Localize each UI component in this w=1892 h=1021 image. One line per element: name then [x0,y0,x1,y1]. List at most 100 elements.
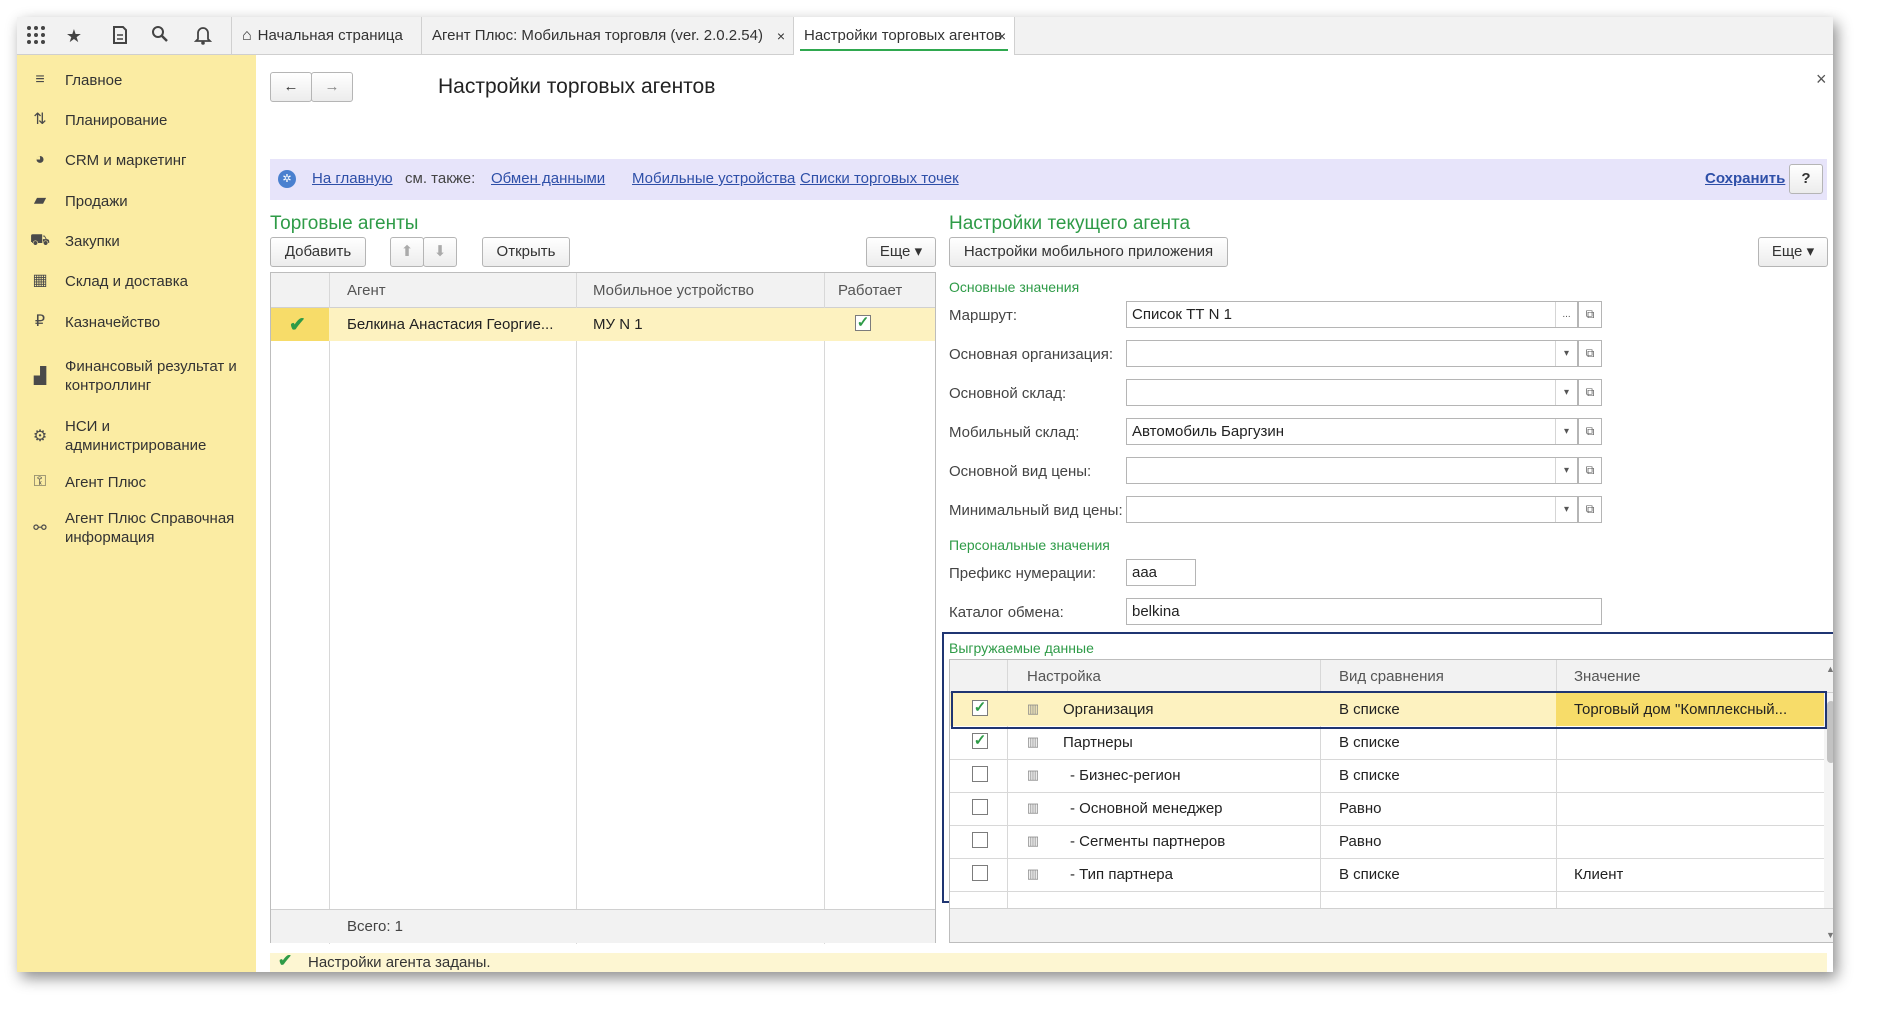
main-price-type-open-icon[interactable]: ⧉ [1578,457,1602,484]
table-row[interactable]: ✓ ▥ Партнеры В списке [950,726,1824,759]
column-header-setting[interactable]: Настройка [1027,668,1101,685]
column-header-agent[interactable]: Агент [347,282,386,299]
group-personal-values: Персональные значения [949,537,1110,553]
scroll-up-icon[interactable]: ▲ [1826,664,1833,674]
add-button[interactable]: Добавить [270,237,366,267]
column-header-value[interactable]: Значение [1574,668,1641,685]
bar-chart-icon: ▟ [33,368,47,385]
data-exchange-link[interactable]: Обмен данными [491,170,605,187]
sidebar-item-sales[interactable]: ▰ Продажи [17,190,256,212]
close-form-button[interactable]: × [1816,69,1827,90]
apps-grid-icon[interactable] [25,25,47,47]
row-checkbox[interactable]: ✓ [972,733,988,749]
total-count: Всего: 1 [347,918,404,935]
mobile-warehouse-open-icon[interactable]: ⧉ [1578,418,1602,445]
sidebar-item-finance[interactable]: ▟ Финансовый результат и контроллинг [17,357,256,397]
chevron-down-icon[interactable]: ▾ [1555,458,1577,483]
forward-button[interactable]: → [311,72,353,102]
mobile-warehouse-field[interactable]: Автомобиль Баргузин ▾ [1126,418,1578,445]
table-row[interactable]: ▥ - Основной менеджер Равно [950,792,1824,825]
info-bar: ✲ На главную см. также: Обмен данными Мо… [270,159,1827,200]
scroll-down-icon[interactable]: ▼ [1826,930,1833,940]
tab-agent-plus-mobile[interactable]: Агент Плюс: Мобильная торговля (ver. 2.0… [421,17,793,55]
main-price-type-field[interactable]: ▾ [1126,457,1578,484]
export-grid-footer [950,908,1833,942]
works-checkbox[interactable]: ✓ [855,315,871,331]
star-icon[interactable]: ★ [63,25,85,47]
table-row[interactable]: ▥ - Бизнес-регион В списке [950,759,1824,792]
filter-field-icon: ▥ [1026,800,1040,815]
sidebar-item-treasury[interactable]: ₽ Казначейство [17,311,256,333]
main-warehouse-label: Основной склад: [949,385,1067,402]
ruble-coin-icon: ₽ [34,313,46,330]
catalog-field[interactable]: belkina [1126,598,1602,625]
navigation-globe-icon: ✲ [278,170,296,188]
app-window: ★ ⌂ Начальная страница Агент Плюс: Мобиль… [17,17,1833,972]
agent-info-icon: ⚯ [33,520,47,537]
back-button[interactable]: ← [270,72,312,102]
table-row[interactable]: ▥ - Тип партнера В списке Клиент [950,858,1824,891]
sidebar-item-agent-plus[interactable]: ⚿ Агент Плюс [17,471,256,493]
agents-more-button[interactable]: Еще ▾ [866,237,936,267]
route-field[interactable]: Список ТТ N 1 ... [1126,301,1578,328]
chevron-down-icon[interactable]: ▾ [1555,419,1577,444]
mobile-app-settings-button[interactable]: Настройки мобильного приложения [949,237,1228,267]
row-checkbox[interactable] [972,832,988,848]
history-icon[interactable] [109,25,131,47]
setting-cell: Партнеры [1063,734,1133,751]
sidebar-item-agent-plus-info[interactable]: ⚯ Агент Плюс Справочная информация [17,509,256,549]
route-select-button[interactable]: ... [1555,302,1577,327]
column-header-works[interactable]: Работает [838,282,902,299]
column-header-comparison[interactable]: Вид сравнения [1339,668,1444,685]
filter-field-icon: ▥ [1026,866,1040,881]
column-divider [824,273,825,944]
sidebar-item-admin[interactable]: ⚙ НСИ и администрирование [17,417,256,457]
table-row[interactable]: ▥ - Сегменты партнеров Равно [950,825,1824,858]
min-price-type-field[interactable]: ▾ [1126,496,1578,523]
main-warehouse-open-icon[interactable]: ⧉ [1578,379,1602,406]
tab-agent-settings[interactable]: Настройки торговых агентов × [793,17,1015,55]
row-divider [950,891,1824,892]
row-checkbox[interactable] [972,799,988,815]
tab-close-icon[interactable]: × [777,17,785,55]
planning-icon: ⇅ [33,111,47,128]
mobile-devices-link[interactable]: Мобильные устройства [632,170,795,187]
sidebar-item-purchases[interactable]: ⛟ Закупки [17,230,256,252]
sidebar-item-crm[interactable]: ◕ CRM и маркетинг [17,149,256,171]
prefix-field[interactable]: aaa [1126,559,1196,586]
chevron-down-icon[interactable]: ▾ [1555,497,1577,522]
route-label: Маршрут: [949,307,1018,324]
row-checkbox[interactable] [972,865,988,881]
save-link[interactable]: Сохранить [1705,170,1785,187]
chevron-down-icon[interactable]: ▾ [1555,341,1577,366]
sidebar-item-planning[interactable]: ⇅ Планирование [17,109,256,131]
row-checkbox[interactable] [972,766,988,782]
sidebar-item-warehouse[interactable]: ▦ Склад и доставка [17,270,256,292]
tab-home[interactable]: ⌂ Начальная страница [231,17,421,55]
chevron-down-icon[interactable]: ▾ [1555,380,1577,405]
settings-more-button[interactable]: Еще ▾ [1758,237,1828,267]
column-header-device[interactable]: Мобильное устройство [593,282,754,299]
table-row[interactable]: ✔ Белкина Анастасия Георгие... МУ N 1 ✓ [271,308,935,341]
main-warehouse-field[interactable]: ▾ [1126,379,1578,406]
main-org-open-icon[interactable]: ⧉ [1578,340,1602,367]
open-button[interactable]: Открыть [482,237,570,267]
search-icon[interactable] [149,25,171,47]
sidebar-item-main[interactable]: ≡ Главное [17,69,256,91]
comparison-cell: В списке [1339,734,1400,751]
min-price-type-open-icon[interactable]: ⧉ [1578,496,1602,523]
route-open-icon[interactable]: ⧉ [1578,301,1602,328]
move-up-button[interactable]: ⬆ [390,237,424,267]
help-button[interactable]: ? [1789,164,1823,194]
current-row-check-icon: ✔ [289,314,306,336]
page-title: Настройки торговых агентов [438,75,716,98]
scrollbar-thumb[interactable] [1827,701,1833,763]
home-link[interactable]: На главную [312,170,393,187]
outlet-lists-link[interactable]: Списки торговых точек [800,170,959,187]
bell-icon[interactable] [192,25,214,47]
move-down-button[interactable]: ⬇ [423,237,457,267]
prefix-label: Префикс нумерации: [949,565,1097,582]
device-cell: МУ N 1 [593,316,643,333]
status-message: Настройки агента заданы. [308,954,491,971]
main-org-field[interactable]: ▾ [1126,340,1578,367]
